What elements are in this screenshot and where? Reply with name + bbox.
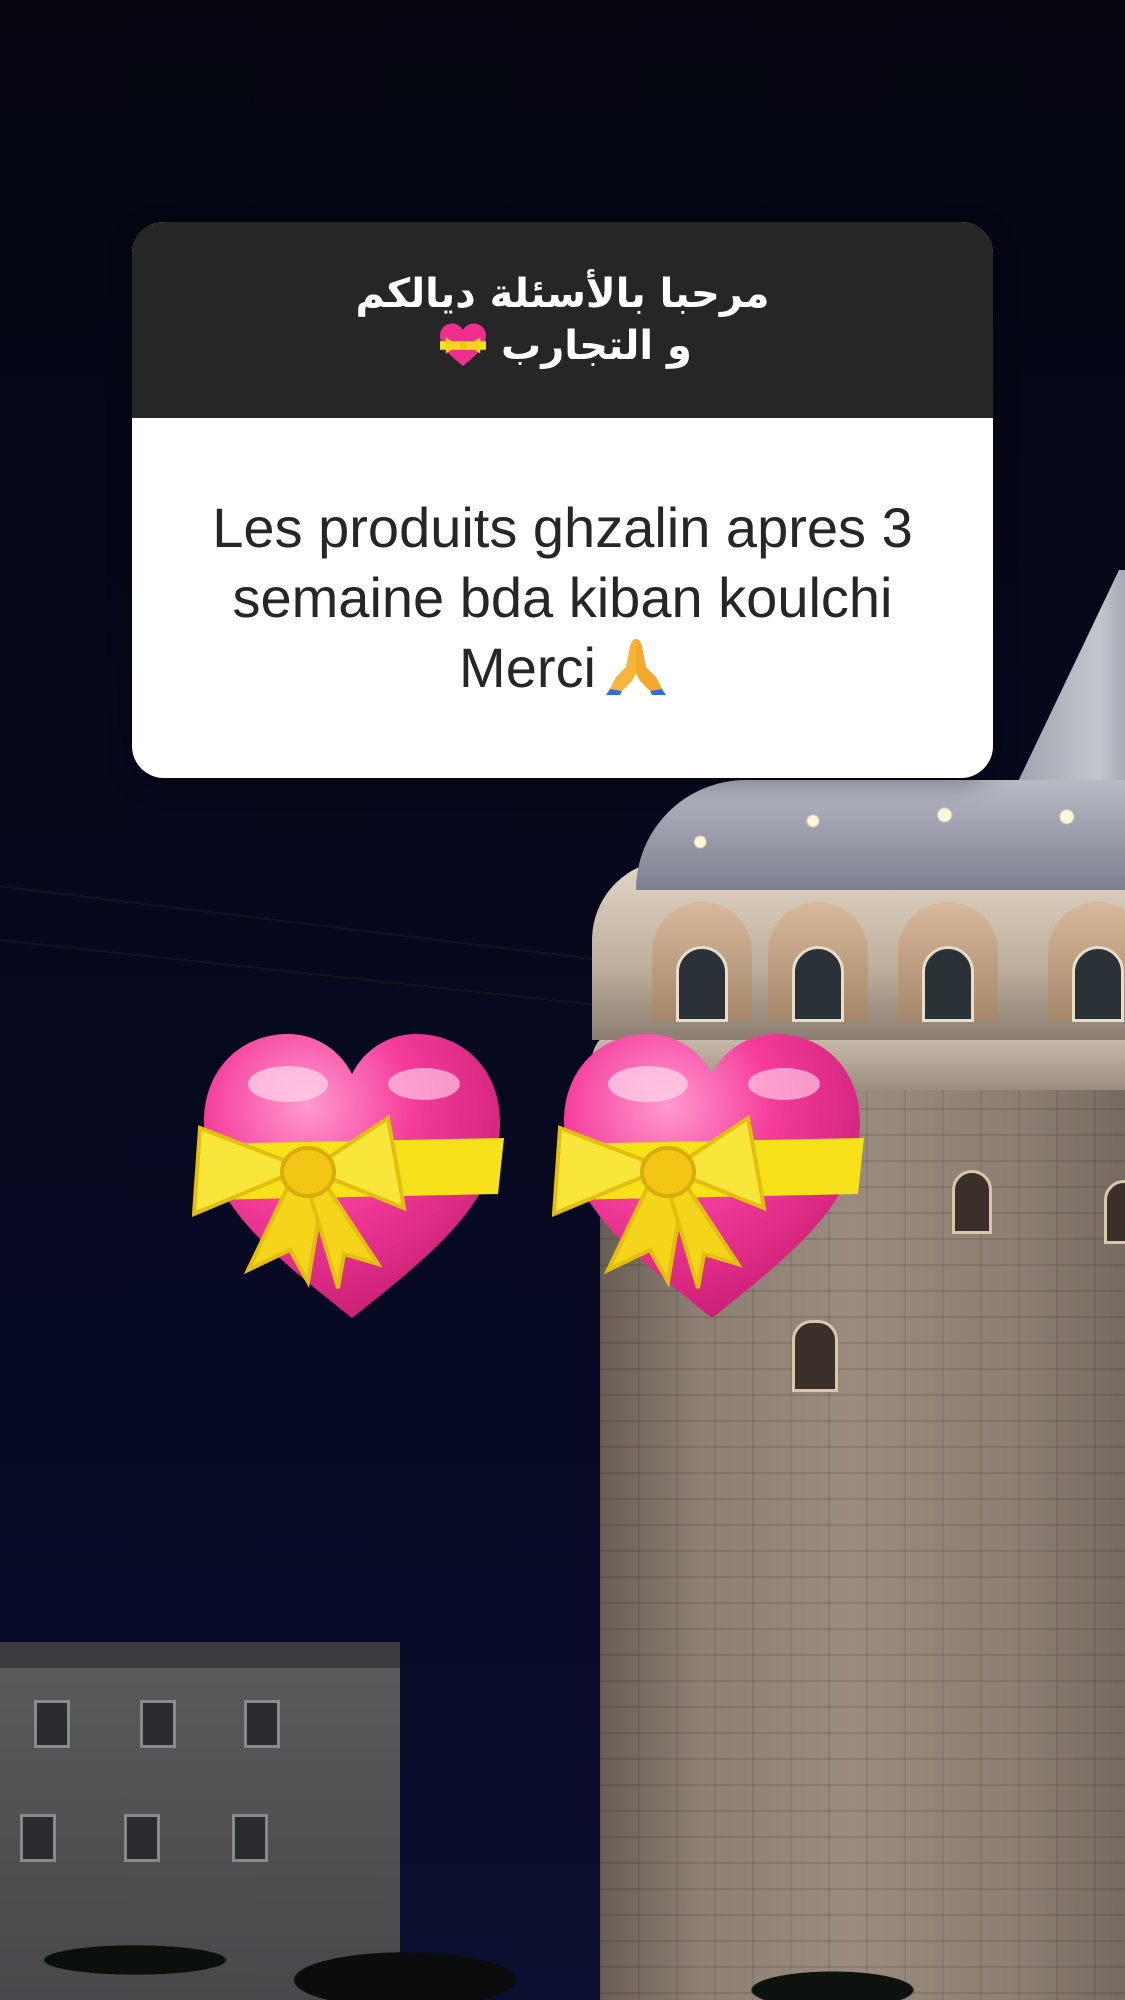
question-prompt-line: و التجارب bbox=[356, 320, 770, 372]
answer-text-area: Les produits ghzalin apres 3 semaine bda… bbox=[132, 418, 993, 778]
question-prompt-header: مرحبا بالأسئلة ديالكم و التجارب bbox=[132, 222, 993, 418]
tower-arch bbox=[898, 902, 998, 1022]
heart-with-ribbon-sticker[interactable] bbox=[552, 1018, 872, 1328]
tower-window bbox=[792, 1320, 838, 1392]
folded-hands-icon bbox=[605, 639, 666, 695]
tower-lights bbox=[672, 800, 1125, 860]
question-prompt-line: مرحبا بالأسئلة ديالكم bbox=[355, 271, 770, 317]
answer-content: Les produits ghzalin apres 3 semaine bda… bbox=[192, 493, 933, 703]
story-frame[interactable]: مرحبا بالأسئلة ديالكم و التجارب Les prod… bbox=[0, 0, 1125, 2000]
question-sticker[interactable]: مرحبا بالأسئلة ديالكم و التجارب Les prod… bbox=[132, 222, 993, 778]
tower-arch bbox=[652, 902, 752, 1022]
answer-text: Les produits ghzalin apres 3 semaine bda… bbox=[212, 496, 913, 699]
question-prompt: مرحبا بالأسئلة ديالكم و التجارب bbox=[356, 268, 770, 372]
tower-window bbox=[952, 1170, 992, 1234]
tower-spire bbox=[1014, 570, 1125, 790]
tower-arch bbox=[768, 902, 868, 1022]
tower-window bbox=[1104, 1180, 1125, 1244]
trees bbox=[0, 1800, 1125, 2000]
heart-with-ribbon-sticker[interactable] bbox=[192, 1018, 512, 1328]
tower-arch bbox=[1048, 902, 1125, 1022]
heart-with-ribbon-icon bbox=[440, 323, 487, 367]
question-prompt-text: و التجارب bbox=[501, 323, 692, 369]
